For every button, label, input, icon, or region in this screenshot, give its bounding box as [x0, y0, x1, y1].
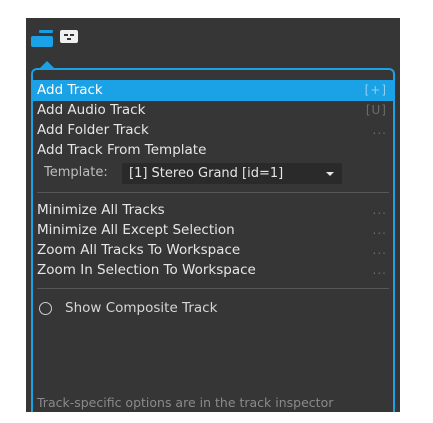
menu-item-shortcut: ... [372, 123, 387, 137]
menu-item-shortcut: [+] [364, 83, 387, 97]
menu-item-add-audio-track[interactable]: Add Audio Track [U] [33, 100, 393, 121]
menu-item-label: Minimize All Tracks [37, 202, 165, 218]
radio-button[interactable] [39, 302, 52, 315]
footer-hint: Track-specific options are in the track … [37, 395, 334, 410]
menu-separator [37, 192, 389, 193]
menu-item-shortcut: ... [372, 223, 387, 237]
menu-item-add-folder-track[interactable]: Add Folder Track ... [33, 120, 393, 141]
menu-item-minimize-all-tracks[interactable]: Minimize All Tracks ... [33, 200, 393, 221]
menu-item-shortcut: ... [372, 243, 387, 257]
chevron-down-icon [326, 172, 334, 176]
menu-item-label: Add Track From Template [37, 142, 207, 158]
menu-item-label: Add Track [37, 82, 103, 98]
menu-item-add-track[interactable]: Add Track [+] [33, 80, 393, 101]
menu-item-label: Zoom All Tracks To Workspace [37, 242, 241, 258]
menu-item-minimize-all-except-selection[interactable]: Minimize All Except Selection ... [33, 220, 393, 241]
menu-item-shortcut: ... [372, 203, 387, 217]
menu-item-zoom-all-tracks[interactable]: Zoom All Tracks To Workspace ... [33, 240, 393, 261]
menu-item-zoom-in-selection[interactable]: Zoom In Selection To Workspace ... [33, 260, 393, 281]
track-options-panel: Add Track [+] Add Audio Track [U] Add Fo… [26, 18, 400, 412]
template-select[interactable]: [1] Stereo Grand [id=1] [122, 163, 342, 184]
track-menu: Add Track [+] Add Audio Track [U] Add Fo… [31, 68, 395, 412]
menu-item-shortcut: [U] [365, 103, 387, 117]
mixer-view-icon[interactable] [59, 27, 83, 51]
menu-item-label: Add Audio Track [37, 102, 146, 118]
toolbar [26, 18, 400, 66]
menu-item-label: Add Folder Track [37, 122, 149, 138]
tracks-view-icon[interactable] [29, 27, 53, 51]
menu-item-label: Zoom In Selection To Workspace [37, 262, 256, 278]
menu-separator [37, 288, 389, 289]
template-label: Template: [44, 165, 108, 180]
composite-track-label: Show Composite Track [65, 300, 218, 316]
template-value: [1] Stereo Grand [id=1] [129, 166, 284, 181]
menu-item-shortcut: ... [372, 263, 387, 277]
template-row: Template: [1] Stereo Grand [id=1] [33, 162, 393, 186]
popover-pointer [40, 61, 54, 68]
menu-item-add-track-from-template[interactable]: Add Track From Template [33, 140, 393, 161]
menu-item-label: Minimize All Except Selection [37, 222, 235, 238]
show-composite-track-option[interactable]: Show Composite Track [33, 298, 393, 319]
